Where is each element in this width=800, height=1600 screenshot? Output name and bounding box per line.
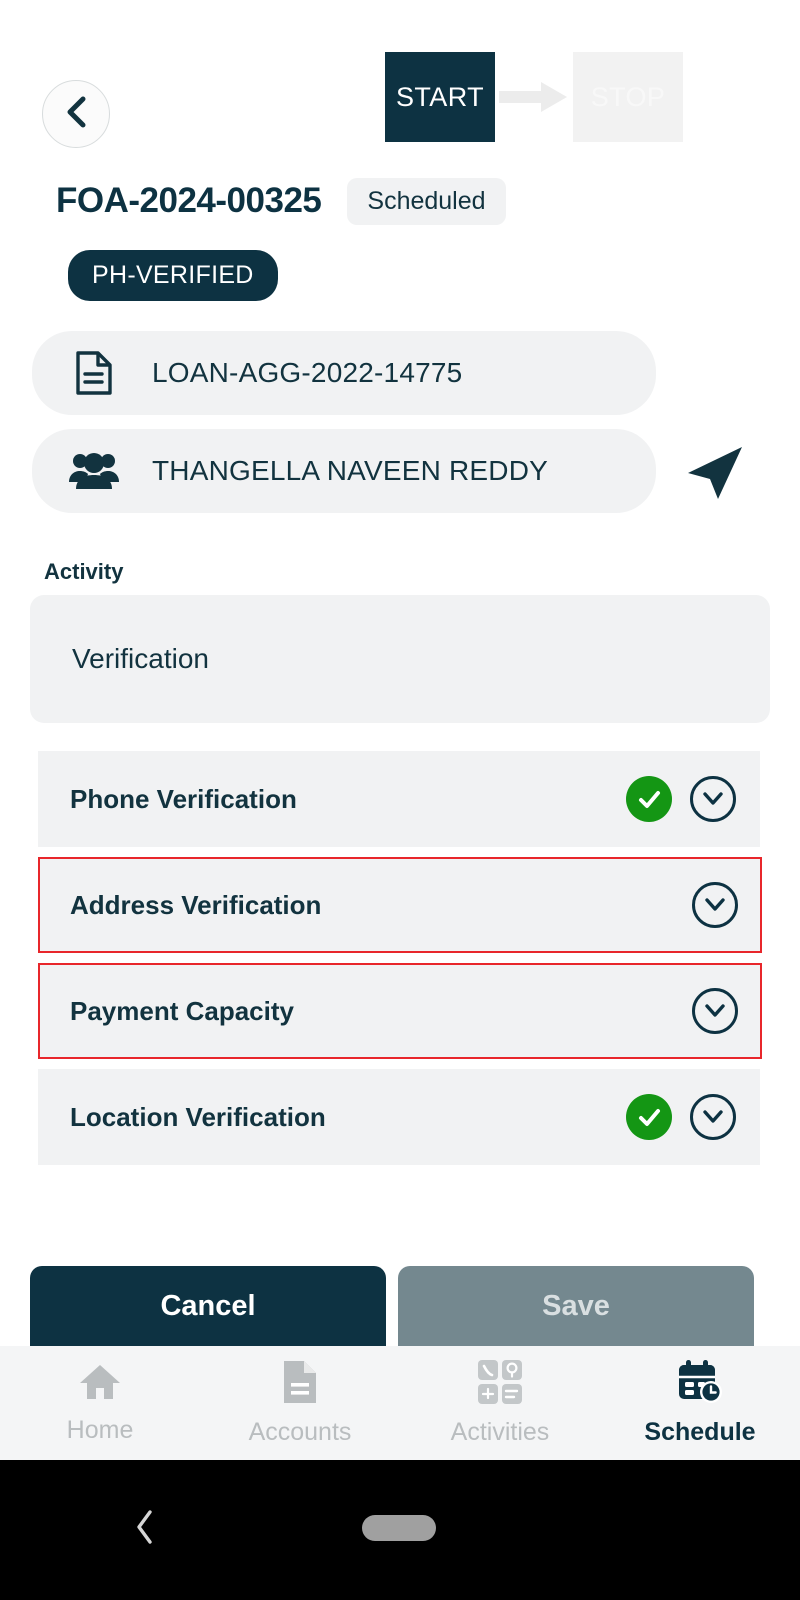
- chevron-down-icon[interactable]: [692, 988, 738, 1034]
- check-icon: [626, 776, 672, 822]
- document-icon: [281, 1359, 319, 1410]
- app-screen: START STOP FOA-2024-00325 Scheduled PH-V…: [0, 0, 800, 1600]
- verification-label: Address Verification: [70, 889, 322, 920]
- verification-row-payment-capacity[interactable]: Payment Capacity: [38, 963, 762, 1059]
- bottom-navigation: Home Accounts Activities Schedule: [0, 1346, 800, 1460]
- arrow-right-icon: [495, 52, 573, 142]
- chevron-down-icon[interactable]: [692, 882, 738, 928]
- calendar-clock-icon: [676, 1359, 724, 1410]
- people-group-icon: [66, 449, 122, 493]
- activity-value-field[interactable]: Verification: [30, 595, 770, 723]
- top-bar: START STOP: [0, 0, 800, 170]
- ph-verified-badge: PH-VERIFIED: [68, 250, 278, 301]
- verification-label: Location Verification: [70, 1101, 326, 1132]
- status-badge: Scheduled: [347, 177, 506, 225]
- system-home-pill[interactable]: [362, 1515, 436, 1541]
- cancel-button[interactable]: Cancel: [30, 1266, 386, 1346]
- verification-row-address[interactable]: Address Verification: [38, 857, 762, 953]
- customer-row: THANGELLA NAVEEN REDDY: [0, 429, 800, 513]
- system-back-icon[interactable]: [132, 1508, 158, 1551]
- nav-label: Accounts: [248, 1418, 352, 1446]
- start-button[interactable]: START: [385, 52, 495, 142]
- stop-label: STOP: [590, 81, 666, 112]
- nav-label: Activities: [450, 1418, 550, 1446]
- nav-label: Schedule: [644, 1418, 756, 1446]
- nav-item-schedule[interactable]: Schedule: [600, 1359, 800, 1447]
- customer-name: THANGELLA NAVEEN REDDY: [152, 455, 548, 486]
- loan-card[interactable]: LOAN-AGG-2022-14775: [32, 331, 656, 415]
- verification-label: Phone Verification: [70, 783, 297, 814]
- stop-button[interactable]: STOP: [573, 52, 683, 142]
- customer-card[interactable]: THANGELLA NAVEEN REDDY: [32, 429, 656, 513]
- nav-item-accounts[interactable]: Accounts: [200, 1359, 400, 1447]
- chevron-down-icon[interactable]: [690, 1094, 736, 1140]
- system-navigation-bar: [0, 1460, 800, 1600]
- document-icon: [66, 350, 122, 396]
- verification-row-location[interactable]: Location Verification: [38, 1069, 760, 1165]
- action-bar: Cancel Save: [0, 1266, 800, 1346]
- check-icon: [626, 1094, 672, 1140]
- case-title-row: FOA-2024-00325 Scheduled: [0, 170, 800, 232]
- nav-item-home[interactable]: Home: [0, 1361, 200, 1445]
- activity-value: Verification: [72, 643, 209, 674]
- start-stop-control: START STOP: [385, 52, 683, 142]
- case-id: FOA-2024-00325: [56, 181, 322, 220]
- nav-item-activities[interactable]: Activities: [400, 1359, 600, 1447]
- grid-apps-icon: [477, 1359, 523, 1410]
- verification-list: Phone Verification Address Verification …: [0, 751, 800, 1165]
- loan-row: LOAN-AGG-2022-14775: [0, 331, 800, 415]
- start-label: START: [395, 81, 484, 112]
- chevron-left-icon: [63, 95, 89, 134]
- cancel-label: Cancel: [160, 1289, 256, 1322]
- activity-label: Activity: [44, 559, 124, 584]
- navigation-arrow-icon[interactable]: [674, 433, 750, 509]
- back-button[interactable]: [42, 80, 110, 148]
- info-cards: LOAN-AGG-2022-14775 THANGELLA NAVEEN RED…: [0, 331, 800, 513]
- save-button[interactable]: Save: [398, 1266, 754, 1346]
- nav-label: Home: [66, 1416, 134, 1444]
- save-label: Save: [542, 1289, 610, 1322]
- verification-row-phone[interactable]: Phone Verification: [38, 751, 760, 847]
- home-icon: [78, 1361, 122, 1408]
- loan-id: LOAN-AGG-2022-14775: [152, 357, 463, 388]
- chevron-down-icon[interactable]: [690, 776, 736, 822]
- activity-section: Activity Verification: [0, 559, 800, 723]
- verification-label: Payment Capacity: [70, 995, 294, 1026]
